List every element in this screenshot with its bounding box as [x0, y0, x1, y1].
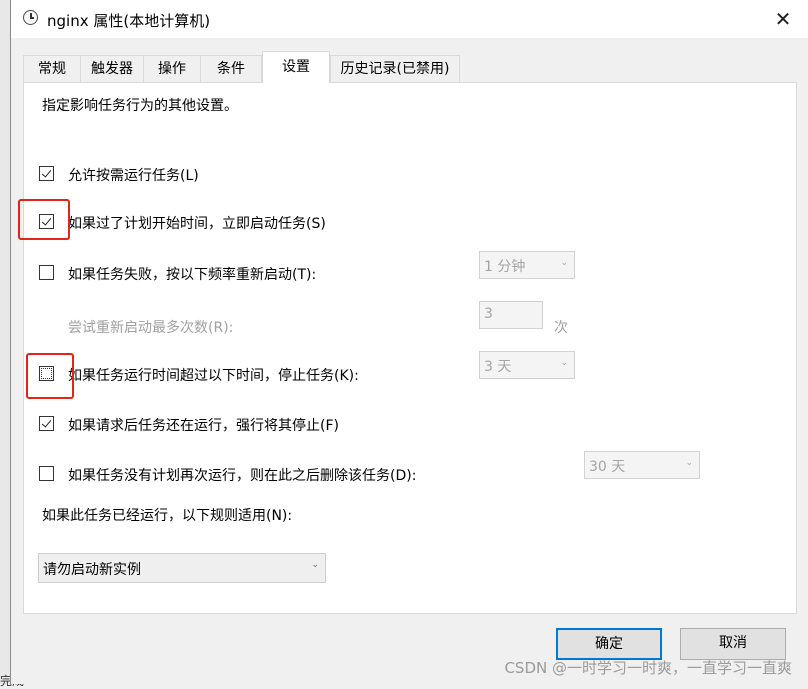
restart-interval-select[interactable]: 1 分钟 ⌄ — [479, 251, 575, 279]
cancel-button[interactable]: 取消 — [680, 628, 786, 660]
retry-count-input[interactable]: 3 — [479, 301, 543, 329]
retry-count-value: 3 — [484, 306, 493, 322]
restart-on-fail-label: 如果任务失败，按以下频率重新启动(T): — [68, 267, 317, 283]
tab-actions[interactable]: 操作 — [143, 55, 201, 82]
highlight-box-run-asap — [18, 199, 70, 240]
task-clock-icon — [23, 10, 38, 25]
title-bar: nginx 属性(本地计算机) ✕ — [11, 0, 808, 38]
csdn-watermark: CSDN @一时学习一时爽，一直学习一直爽 — [504, 659, 792, 677]
retry-count-unit: 次 — [554, 320, 568, 336]
running-rule-value: 请勿启动新实例 — [43, 562, 141, 578]
chevron-down-icon: ⌄ — [560, 358, 568, 368]
chevron-down-icon: ⌄ — [311, 560, 319, 570]
restart-on-fail-checkbox[interactable] — [39, 265, 54, 280]
delete-if-unscheduled-checkbox[interactable] — [39, 466, 54, 481]
running-rule-label: 如果此任务已经运行，以下规则适用(N): — [42, 508, 293, 524]
allow-on-demand-label: 允许按需运行任务(L) — [68, 168, 199, 184]
tab-history[interactable]: 历史记录(已禁用) — [330, 55, 460, 82]
tab-general[interactable]: 常规 — [23, 55, 81, 82]
tab-settings[interactable]: 设置 — [262, 51, 330, 83]
highlight-box-stop-if-longer — [26, 353, 74, 399]
stop-duration-select[interactable]: 3 天 ⌄ — [479, 351, 575, 379]
delete-after-select[interactable]: 30 天 ⌄ — [584, 451, 700, 479]
window-title: nginx 属性(本地计算机) — [47, 12, 211, 30]
delete-after-value: 30 天 — [589, 459, 626, 475]
restart-interval-value: 1 分钟 — [484, 259, 526, 275]
tab-conditions[interactable]: 条件 — [200, 55, 262, 82]
settings-description: 指定影响任务行为的其他设置。 — [42, 98, 238, 114]
settings-panel: 指定影响任务行为的其他设置。 允许按需运行任务(L) 如果过了计划开始时间，立即… — [18, 82, 797, 614]
close-icon[interactable]: ✕ — [772, 8, 794, 30]
chevron-down-icon: ⌄ — [685, 458, 693, 468]
running-rule-select[interactable]: 请勿启动新实例 ⌄ — [38, 553, 326, 583]
stop-duration-value: 3 天 — [484, 359, 512, 375]
stop-if-longer-label: 如果任务运行时间超过以下时间，停止任务(K): — [68, 368, 359, 384]
run-asap-label: 如果过了计划开始时间，立即启动任务(S) — [68, 216, 326, 232]
force-stop-checkbox[interactable] — [39, 416, 54, 431]
ok-button[interactable]: 确定 — [556, 628, 662, 660]
force-stop-label: 如果请求后任务还在运行，强行将其停止(F) — [68, 418, 339, 434]
allow-on-demand-checkbox[interactable] — [39, 166, 54, 181]
delete-if-unscheduled-label: 如果任务没有计划再次运行，则在此之后删除该任务(D): — [68, 468, 417, 484]
tab-triggers[interactable]: 触发器 — [80, 55, 144, 82]
retry-count-label: 尝试重新启动最多次数(R): — [68, 320, 234, 336]
chevron-down-icon: ⌄ — [560, 258, 568, 268]
properties-dialog: nginx 属性(本地计算机) ✕ 常规 触发器 操作 条件 设置 历史记录(已… — [10, 0, 808, 684]
